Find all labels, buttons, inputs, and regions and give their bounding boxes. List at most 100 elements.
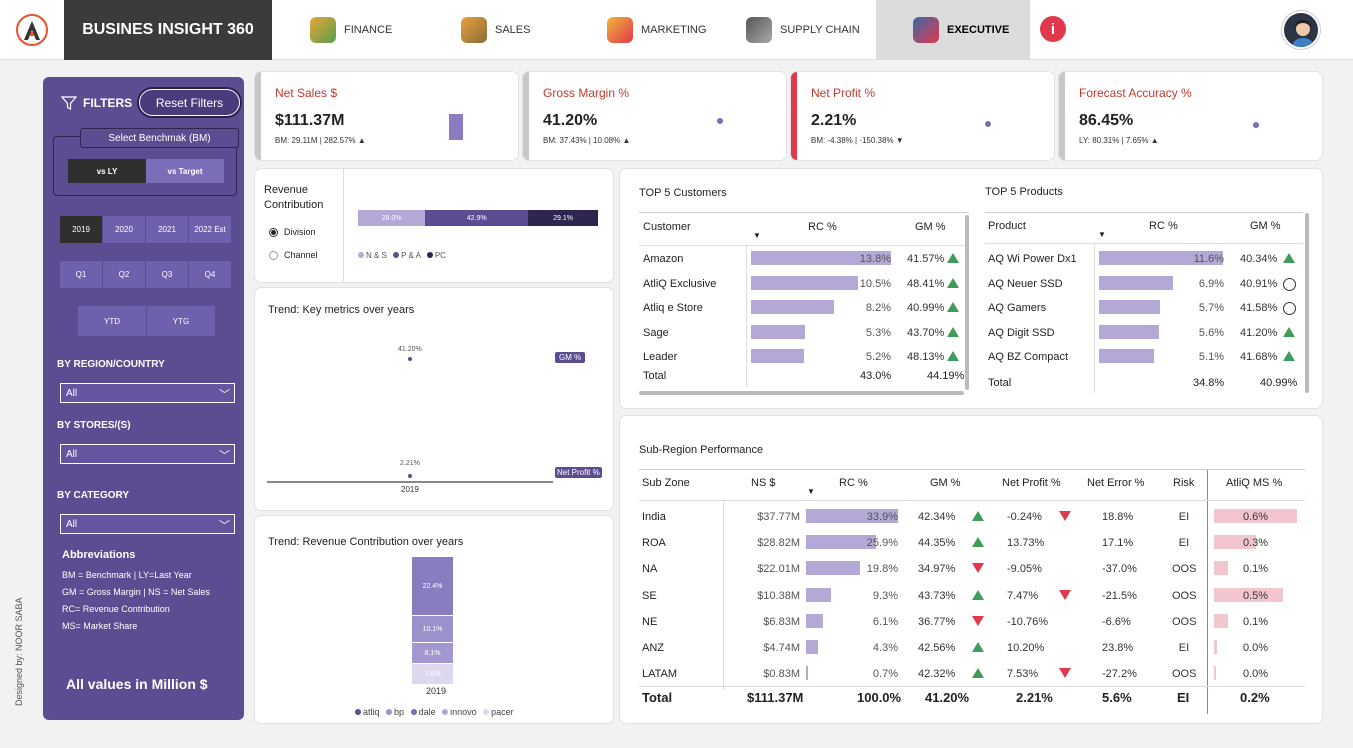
q1-button[interactable]: Q1 bbox=[60, 261, 102, 288]
ne-value: -6.6% bbox=[1102, 615, 1131, 628]
divider bbox=[985, 243, 1303, 244]
subregion-title: Sub-Region Performance bbox=[639, 444, 764, 456]
np-value: 13.73% bbox=[1007, 537, 1045, 550]
divider bbox=[723, 500, 724, 690]
tab-sales[interactable]: SALES bbox=[461, 0, 571, 60]
filter-icon bbox=[61, 96, 77, 110]
kpi-card-gross-margin[interactable]: Gross Margin % 41.20% BM: 37.43% | 10.08… bbox=[523, 72, 786, 160]
vertical-scrollbar[interactable] bbox=[965, 215, 969, 390]
sales-icon bbox=[461, 17, 487, 43]
tab-finance[interactable]: FINANCE bbox=[310, 0, 440, 60]
customer-name[interactable]: Leader bbox=[643, 351, 677, 363]
subzone-name[interactable]: NE bbox=[642, 616, 657, 628]
col-header-rc[interactable]: RC % bbox=[808, 221, 837, 233]
subzone-name[interactable]: NA bbox=[642, 563, 657, 575]
col-header-subzone[interactable]: Sub Zone bbox=[642, 477, 690, 489]
q3-button[interactable]: Q3 bbox=[146, 261, 188, 288]
gm-value: 36.77% bbox=[918, 615, 956, 628]
np-value: -9.05% bbox=[1007, 563, 1042, 576]
product-name[interactable]: AQ Digit SSD bbox=[988, 327, 1055, 339]
col-header-gm[interactable]: GM % bbox=[1250, 220, 1281, 232]
year-2021-button[interactable]: 2021 bbox=[146, 216, 188, 243]
region-dropdown[interactable]: All ﹀ bbox=[60, 383, 235, 403]
customer-name[interactable]: Sage bbox=[643, 327, 669, 339]
option-channel[interactable]: Channel bbox=[269, 250, 318, 260]
total-gm: 41.20% bbox=[925, 690, 970, 705]
col-header-customer[interactable]: Customer bbox=[643, 221, 691, 233]
up-arrow-icon bbox=[972, 537, 984, 548]
kpi-title: Gross Margin % bbox=[543, 86, 630, 100]
ytg-button[interactable]: YTG bbox=[147, 306, 215, 336]
rc-segment: 28.0% bbox=[358, 210, 426, 226]
col-header-net-profit[interactable]: Net Profit % bbox=[1002, 477, 1061, 489]
year-2022-est-button[interactable]: 2022 Est bbox=[189, 216, 231, 243]
rc-bar bbox=[806, 666, 808, 681]
vs-target-button[interactable]: vs Target bbox=[146, 159, 224, 183]
col-header-rc[interactable]: RC % bbox=[1149, 220, 1178, 232]
rc-value: 8.2% bbox=[865, 302, 891, 314]
year-2019-button[interactable]: 2019 bbox=[60, 216, 102, 243]
product-name[interactable]: AQ Gamers bbox=[988, 302, 1046, 314]
horizontal-scrollbar[interactable] bbox=[639, 391, 964, 395]
sort-desc-icon[interactable]: ▼ bbox=[807, 487, 815, 496]
product-name[interactable]: AQ Wi Power Dx1 bbox=[988, 253, 1077, 265]
kpi-card-net-sales[interactable]: Net Sales $ $111.37M BM: 29.11M | 282.57… bbox=[255, 72, 518, 160]
col-header-rc[interactable]: RC % bbox=[839, 477, 868, 489]
category-value: All bbox=[66, 518, 78, 530]
rc-column-segment: 8.1% bbox=[412, 642, 453, 663]
customer-name[interactable]: AtliQ Exclusive bbox=[643, 278, 716, 290]
category-dropdown[interactable]: All ﹀ bbox=[60, 514, 235, 534]
revenue-contribution-title: Revenue Contribution bbox=[264, 184, 324, 211]
col-header-net-error[interactable]: Net Error % bbox=[1087, 477, 1144, 489]
product-name[interactable]: AQ Neuer SSD bbox=[988, 278, 1063, 290]
col-header-atliq-ms[interactable]: AtliQ MS % bbox=[1226, 477, 1282, 489]
tab-supply-chain[interactable]: SUPPLY CHAIN bbox=[746, 0, 876, 60]
ne-value: 17.1% bbox=[1102, 537, 1134, 550]
customer-name[interactable]: Amazon bbox=[643, 253, 683, 265]
year-2020-button[interactable]: 2020 bbox=[103, 216, 145, 243]
sort-desc-icon[interactable]: ▼ bbox=[753, 231, 761, 240]
subzone-name[interactable]: ROA bbox=[642, 537, 666, 549]
risk-value: OOS bbox=[1172, 589, 1197, 602]
q4-button[interactable]: Q4 bbox=[189, 261, 231, 288]
reset-filters-button[interactable]: Reset Filters bbox=[139, 89, 240, 116]
up-arrow-icon bbox=[1283, 326, 1295, 337]
trend-rc-card: Trend: Revenue Contribution over years 2… bbox=[255, 516, 613, 723]
subzone-name[interactable]: ANZ bbox=[642, 642, 664, 654]
subregion-card: Sub-Region Performance Sub Zone NS $ ▼ R… bbox=[620, 416, 1322, 723]
vs-ly-button[interactable]: vs LY bbox=[68, 159, 146, 183]
stores-dropdown[interactable]: All ﹀ bbox=[60, 444, 235, 464]
kpi-card-net-profit[interactable]: Net Profit % 2.21% BM: -4.38% | -150.38%… bbox=[791, 72, 1054, 160]
rc-value: 6.1% bbox=[872, 615, 898, 628]
col-header-product[interactable]: Product bbox=[988, 220, 1026, 232]
tab-label: SUPPLY CHAIN bbox=[780, 24, 860, 36]
sort-desc-icon[interactable]: ▼ bbox=[1098, 230, 1106, 239]
col-header-gm[interactable]: GM % bbox=[930, 477, 961, 489]
info-icon[interactable]: i bbox=[1040, 16, 1066, 42]
col-header-risk[interactable]: Risk bbox=[1173, 477, 1194, 489]
ns-value: $22.01M bbox=[757, 563, 800, 576]
col-header-ns[interactable]: NS $ bbox=[751, 477, 775, 489]
tab-marketing[interactable]: MARKETING bbox=[607, 0, 737, 60]
subzone-name[interactable]: SE bbox=[642, 590, 657, 602]
neutral-circle-icon bbox=[1283, 277, 1296, 291]
kpi-card-forecast-accuracy[interactable]: Forecast Accuracy % 86.45% LY: 80.31% | … bbox=[1059, 72, 1322, 160]
down-arrow-icon bbox=[972, 563, 984, 574]
category-label: BY CATEGORY bbox=[57, 490, 130, 501]
col-header-gm[interactable]: GM % bbox=[915, 221, 946, 233]
q2-button[interactable]: Q2 bbox=[103, 261, 145, 288]
tab-executive[interactable]: EXECUTIVE bbox=[876, 0, 1030, 60]
ytd-button[interactable]: YTD bbox=[78, 306, 146, 336]
vertical-scrollbar[interactable] bbox=[1305, 213, 1309, 393]
customer-name[interactable]: Atliq e Store bbox=[643, 302, 703, 314]
product-name[interactable]: AQ BZ Compact bbox=[988, 351, 1068, 363]
subzone-name[interactable]: LATAM bbox=[642, 668, 677, 680]
option-division[interactable]: Division bbox=[269, 227, 316, 237]
subzone-name[interactable]: India bbox=[642, 511, 666, 523]
kpi-value: 41.20% bbox=[543, 112, 598, 129]
ns-value: $10.38M bbox=[757, 589, 800, 602]
ms-bar bbox=[1214, 561, 1228, 576]
kpi-subtext: LY: 80.31% | 7.65% ▲ bbox=[1079, 136, 1159, 145]
gm-value: 42.56% bbox=[918, 642, 956, 654]
user-avatar[interactable] bbox=[1282, 11, 1320, 49]
